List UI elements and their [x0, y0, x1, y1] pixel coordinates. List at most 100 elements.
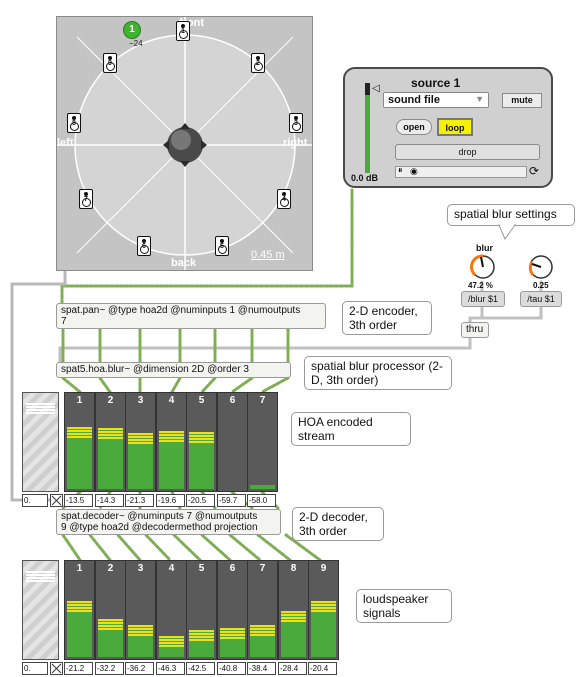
hoa-peak-line — [159, 431, 184, 433]
hoa-peak-line — [159, 440, 184, 442]
hoa-peak-line — [67, 433, 92, 435]
hoa-level-value[interactable]: -19.6 — [156, 494, 185, 507]
source-title: source 1 — [411, 76, 461, 90]
ls-peak-line — [98, 628, 123, 630]
hoa-meter-label: 6 — [229, 395, 236, 406]
file-menu[interactable]: sound file ▼ — [383, 92, 489, 108]
hoa-level-value[interactable]: -14.3 — [95, 494, 124, 507]
ls-meter-3: 3 — [125, 560, 156, 660]
loudspeaker-comment: loudspeaker signals — [356, 589, 452, 623]
speaker-5-icon[interactable]: 5 — [215, 236, 229, 256]
hoa-level-value[interactable]: -58.0 — [247, 494, 276, 507]
speaker-8-icon[interactable]: 8 — [67, 113, 81, 133]
ls-level-value[interactable]: -42.5 — [186, 662, 215, 675]
ls-meter-8: 8 — [278, 560, 309, 660]
scale-label: 0.45 m — [251, 249, 285, 261]
speaker-6-icon[interactable]: 6 — [137, 236, 151, 256]
hoa-comment: HOA encoded stream — [291, 412, 411, 446]
loop-arrows-icon[interactable]: ⟳ — [529, 164, 539, 178]
ls-peak-line — [250, 625, 275, 627]
ls-meter-label: 7 — [259, 563, 266, 574]
hoa-meter-label: 3 — [137, 395, 144, 406]
blur-dial[interactable] — [470, 254, 496, 280]
ls-peak-line — [189, 633, 214, 635]
ls-meter-4: 4 — [156, 560, 187, 660]
source-meter-cap — [365, 83, 370, 95]
blur-dial-label: blur — [476, 243, 493, 253]
playback-scrubber[interactable]: ⏸ ◉ — [395, 165, 527, 178]
playhead-icon: ◉ — [410, 166, 418, 176]
hoa-peak-line — [98, 437, 123, 439]
blur-message[interactable]: /blur $1 — [461, 291, 505, 307]
ls-peak-line — [281, 620, 306, 622]
ls-peak-line — [311, 610, 336, 612]
ls-peak-line — [98, 619, 123, 621]
spat-viewer[interactable]: front left right back 0.45 m 1 −24 1 2 3… — [56, 16, 313, 271]
tau-message[interactable]: /tau $1 — [520, 291, 562, 307]
loop-toggle[interactable]: loop — [437, 118, 473, 136]
ls-master-value[interactable]: 0. — [22, 662, 48, 675]
encoder-object[interactable]: spat.pan~ @type hoa2d @numinputs 1 @numo… — [56, 303, 326, 329]
mute-button[interactable]: mute — [502, 93, 542, 108]
hoa-meter-label: 7 — [259, 395, 266, 406]
speaker-9-icon[interactable]: 9 — [103, 53, 117, 73]
speaker-3-icon[interactable]: 3 — [289, 113, 303, 133]
hoa-peak-line — [67, 430, 92, 432]
ls-level-value[interactable]: -38.4 — [247, 662, 276, 675]
hoa-level-value[interactable]: -20.5 — [186, 494, 215, 507]
speaker-1-icon[interactable]: 1 — [176, 21, 190, 41]
encoder-comment: 2-D encoder, 3th order — [342, 301, 432, 335]
ls-level-value[interactable]: -36.2 — [125, 662, 154, 675]
viewer-grid — [57, 17, 312, 270]
thru-object[interactable]: thru — [461, 322, 489, 338]
ls-meter-label: 2 — [107, 563, 114, 574]
ls-level-value[interactable]: -21.2 — [64, 662, 93, 675]
open-button[interactable]: open — [396, 119, 432, 135]
ls-meter-label: 6 — [229, 563, 236, 574]
hoa-peak-line — [159, 437, 184, 439]
hoa-peak-line — [98, 434, 123, 436]
ls-level-value[interactable]: -32.2 — [95, 662, 124, 675]
hoa-level-value[interactable]: -13.5 — [64, 494, 93, 507]
ls-level-value[interactable]: -46.3 — [156, 662, 185, 675]
ls-level-value[interactable]: -40.8 — [217, 662, 246, 675]
ls-peak-line — [311, 604, 336, 606]
decoder-comment: 2-D decoder, 3th order — [292, 507, 384, 541]
ls-peak-line — [159, 636, 184, 638]
hoa-master-value[interactable]: 0. — [22, 494, 48, 507]
hoa-peak-line — [159, 434, 184, 436]
right-label: right — [283, 137, 308, 149]
ls-close-icon[interactable] — [50, 662, 63, 675]
hoa-meter-5: 5 — [186, 392, 217, 492]
ls-peak-line — [220, 631, 245, 633]
blur-value: 47.2 % — [468, 281, 493, 290]
speaker-2-icon[interactable]: 2 — [251, 53, 265, 73]
decoder-object[interactable]: spat.decoder~ @numinputs 7 @numoutputs 9… — [56, 509, 281, 535]
hoa-peak-line — [128, 436, 153, 438]
hoa-level-value[interactable]: -21.3 — [125, 494, 154, 507]
hoa-meter-6: 6 — [217, 392, 248, 492]
ls-peak-line — [67, 604, 92, 606]
ls-peak-line — [159, 639, 184, 641]
ls-meter-7: 7 — [247, 560, 278, 660]
blur-settings-comment: spatial blur settings — [447, 204, 575, 226]
speaker-4-icon[interactable]: 4 — [277, 189, 291, 209]
hoa-close-icon[interactable] — [50, 494, 63, 507]
blur-processor-object[interactable]: spat5.hoa.blur~ @dimension 2D @order 3 — [56, 362, 291, 378]
hoa-level-value[interactable]: -59.7 — [217, 494, 246, 507]
ls-peak-line — [250, 631, 275, 633]
ls-peak-line — [189, 636, 214, 638]
ls-meter-label: 5 — [198, 563, 205, 574]
drop-area[interactable]: drop — [395, 144, 540, 160]
hoa-master-fader[interactable] — [22, 392, 59, 492]
tau-dial[interactable] — [528, 254, 554, 280]
ls-level-value[interactable]: -20.4 — [308, 662, 337, 675]
ls-peak-line — [311, 601, 336, 603]
speaker-7-icon[interactable]: 7 — [79, 189, 93, 209]
ls-level-value[interactable]: -28.4 — [278, 662, 307, 675]
source-1-marker[interactable]: 1 — [123, 21, 141, 39]
ls-peak-line — [98, 625, 123, 627]
ls-master-fader[interactable] — [22, 560, 59, 660]
ls-peak-line — [159, 642, 184, 644]
ls-peak-line — [189, 639, 214, 641]
